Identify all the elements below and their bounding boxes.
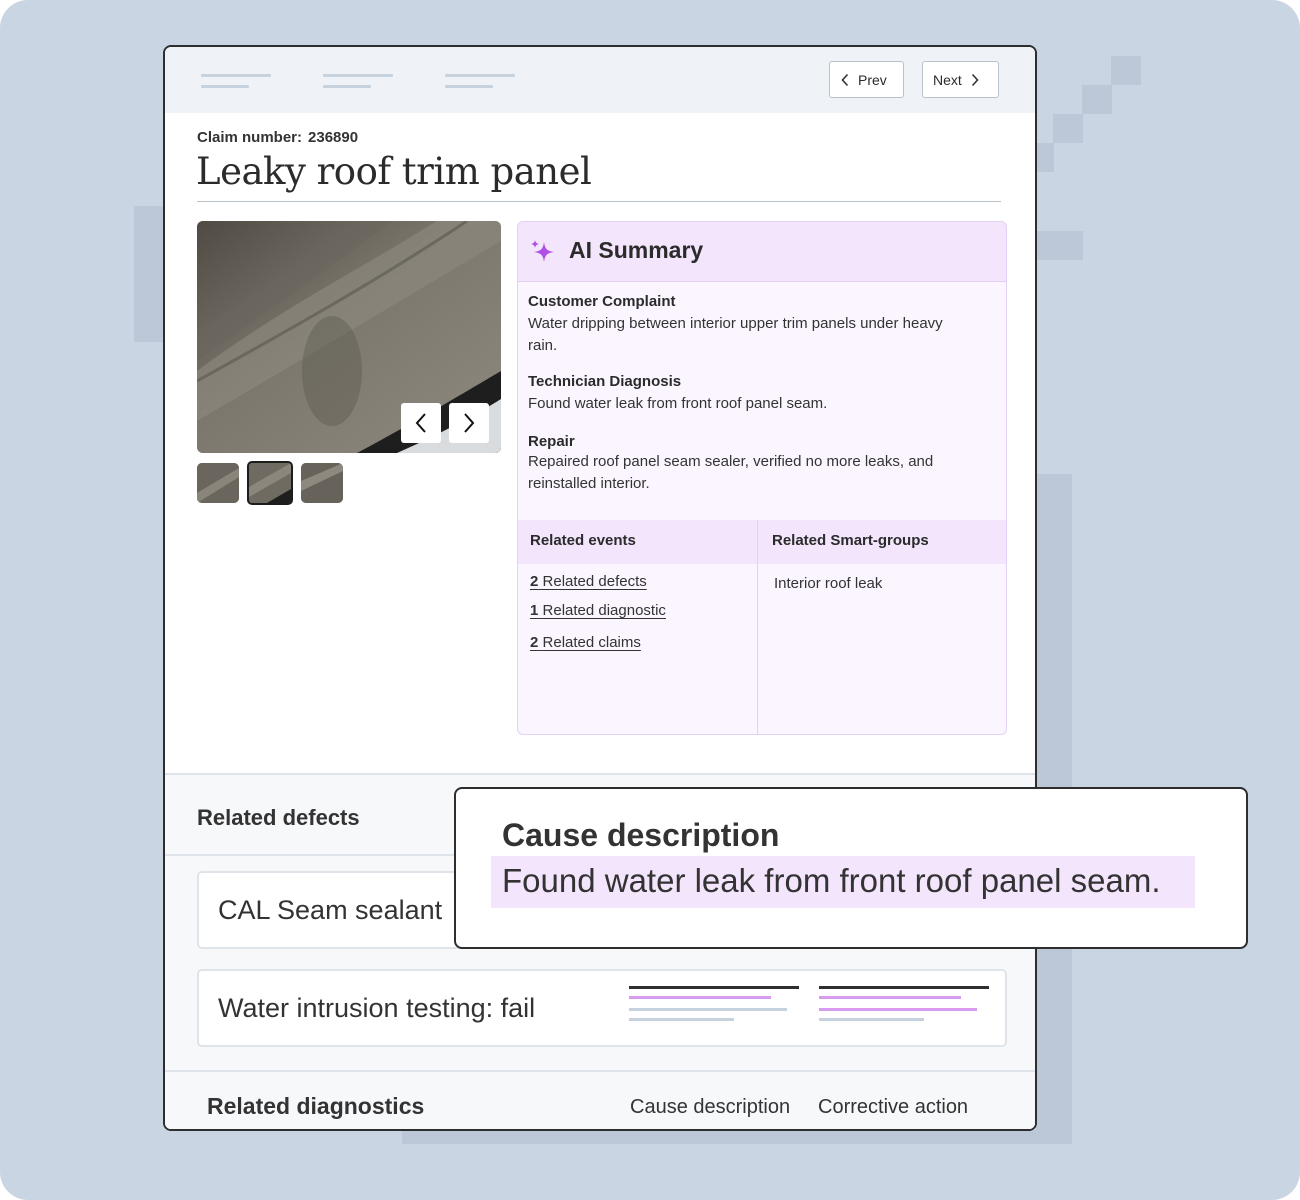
decor-block	[1082, 85, 1112, 114]
top-bar: Prev Next	[165, 47, 1035, 113]
related-defects-heading: Related defects	[197, 805, 360, 830]
defect-row-label: Water intrusion testing: fail	[218, 993, 536, 1023]
placeholder-line	[819, 1018, 924, 1021]
placeholder-line	[819, 996, 961, 999]
chevron-right-icon	[464, 413, 475, 433]
decor-block	[402, 1130, 1072, 1144]
next-button[interactable]: Next	[922, 61, 999, 98]
photo-thumbnail[interactable]	[301, 463, 343, 503]
sparkle-icon	[531, 240, 554, 262]
chevron-left-icon	[841, 73, 849, 86]
defect-row-label: CAL Seam sealant	[218, 895, 443, 925]
decor-block	[1036, 143, 1054, 172]
chevron-right-icon	[971, 73, 979, 86]
customer-complaint-heading: Customer Complaint	[528, 293, 676, 310]
title-divider	[197, 201, 1001, 202]
claim-number-label: Claim number:	[197, 129, 303, 146]
placeholder-tab[interactable]	[445, 74, 515, 77]
photo-thumbnail-selected[interactable]	[247, 461, 293, 505]
customer-complaint-text: Water dripping between interior upper tr…	[528, 315, 943, 354]
decor-block	[1036, 231, 1083, 260]
related-defects-label: Related defects	[542, 573, 647, 590]
related-smart-groups-heading: Related Smart-groups	[772, 532, 929, 549]
callout-text: Found water leak from front roof panel s…	[502, 862, 1161, 899]
technician-diagnosis-heading: Technician Diagnosis	[528, 373, 682, 390]
claim-card: Prev Next Claim number: 236890 Leaky roof…	[163, 45, 1037, 1131]
defect-row[interactable]: Water intrusion testing: fail	[197, 969, 1007, 1047]
photo-prev-button[interactable]	[401, 403, 441, 443]
related-diagnostics-section: Related diagnostics Cause description Co…	[165, 1070, 1035, 1129]
placeholder-line	[819, 986, 989, 989]
repair-heading: Repair	[528, 433, 575, 450]
related-diagnostic-label: Related diagnostic	[542, 602, 666, 619]
thumbnail-image	[249, 463, 291, 503]
thumbnail-image	[197, 463, 239, 503]
chevron-left-icon	[415, 413, 426, 433]
placeholder-line	[629, 986, 799, 989]
photo-thumbnail[interactable]	[197, 463, 239, 503]
decor-block	[1053, 114, 1083, 143]
placeholder-tab	[445, 85, 493, 88]
placeholder-tab[interactable]	[201, 74, 271, 77]
claim-number-value: 236890	[308, 129, 359, 146]
cause-description-callout: Cause description Found water leak from …	[454, 787, 1248, 949]
technician-diagnosis-text: Found water leak from front roof panel s…	[528, 395, 828, 412]
smart-group-item[interactable]: Interior roof leak	[774, 575, 882, 592]
placeholder-tab	[323, 85, 371, 88]
related-defects-count: 2	[530, 573, 539, 590]
column-header-cause[interactable]: Cause description	[630, 1096, 790, 1119]
related-diagnostics-heading: Related diagnostics	[207, 1093, 425, 1119]
ai-summary-header: AI Summary	[518, 222, 1006, 282]
related-claims-count: 2	[530, 634, 539, 651]
thumbnail-image	[301, 463, 343, 503]
claim-number: Claim number: 236890	[197, 129, 358, 146]
placeholder-line	[629, 1008, 787, 1011]
related-diagnostic-link[interactable]: 1 Related diagnostic	[530, 602, 666, 619]
page-title: Leaky roof trim panel	[196, 150, 592, 193]
ai-summary-title: AI Summary	[569, 237, 704, 263]
placeholder-line	[629, 1018, 734, 1021]
related-defects-link[interactable]: 2 Related defects	[530, 573, 647, 590]
related-claims-label: Related claims	[542, 634, 641, 651]
related-claims-link[interactable]: 2 Related claims	[530, 634, 641, 651]
prev-button[interactable]: Prev	[829, 61, 904, 98]
callout-heading: Cause description	[502, 817, 780, 853]
photo-next-button[interactable]	[449, 403, 489, 443]
placeholder-tab	[201, 85, 249, 88]
related-events-heading: Related events	[530, 532, 636, 549]
decor-block	[1111, 56, 1141, 85]
column-header-corrective-action[interactable]: Corrective action	[818, 1096, 968, 1119]
ai-summary-panel: AI Summary Customer Complaint Water drip…	[517, 221, 1007, 735]
next-label: Next	[933, 71, 962, 88]
repair-text: Repaired roof panel seam sealer, verifie…	[528, 453, 934, 492]
placeholder-tab[interactable]	[323, 74, 393, 77]
column-divider	[757, 520, 758, 734]
placeholder-line	[629, 996, 771, 999]
stage-background: Prev Next Claim number: 236890 Leaky roof…	[0, 0, 1300, 1200]
placeholder-line	[819, 1008, 977, 1011]
prev-label: Prev	[858, 71, 887, 88]
related-diagnostic-count: 1	[530, 602, 539, 619]
